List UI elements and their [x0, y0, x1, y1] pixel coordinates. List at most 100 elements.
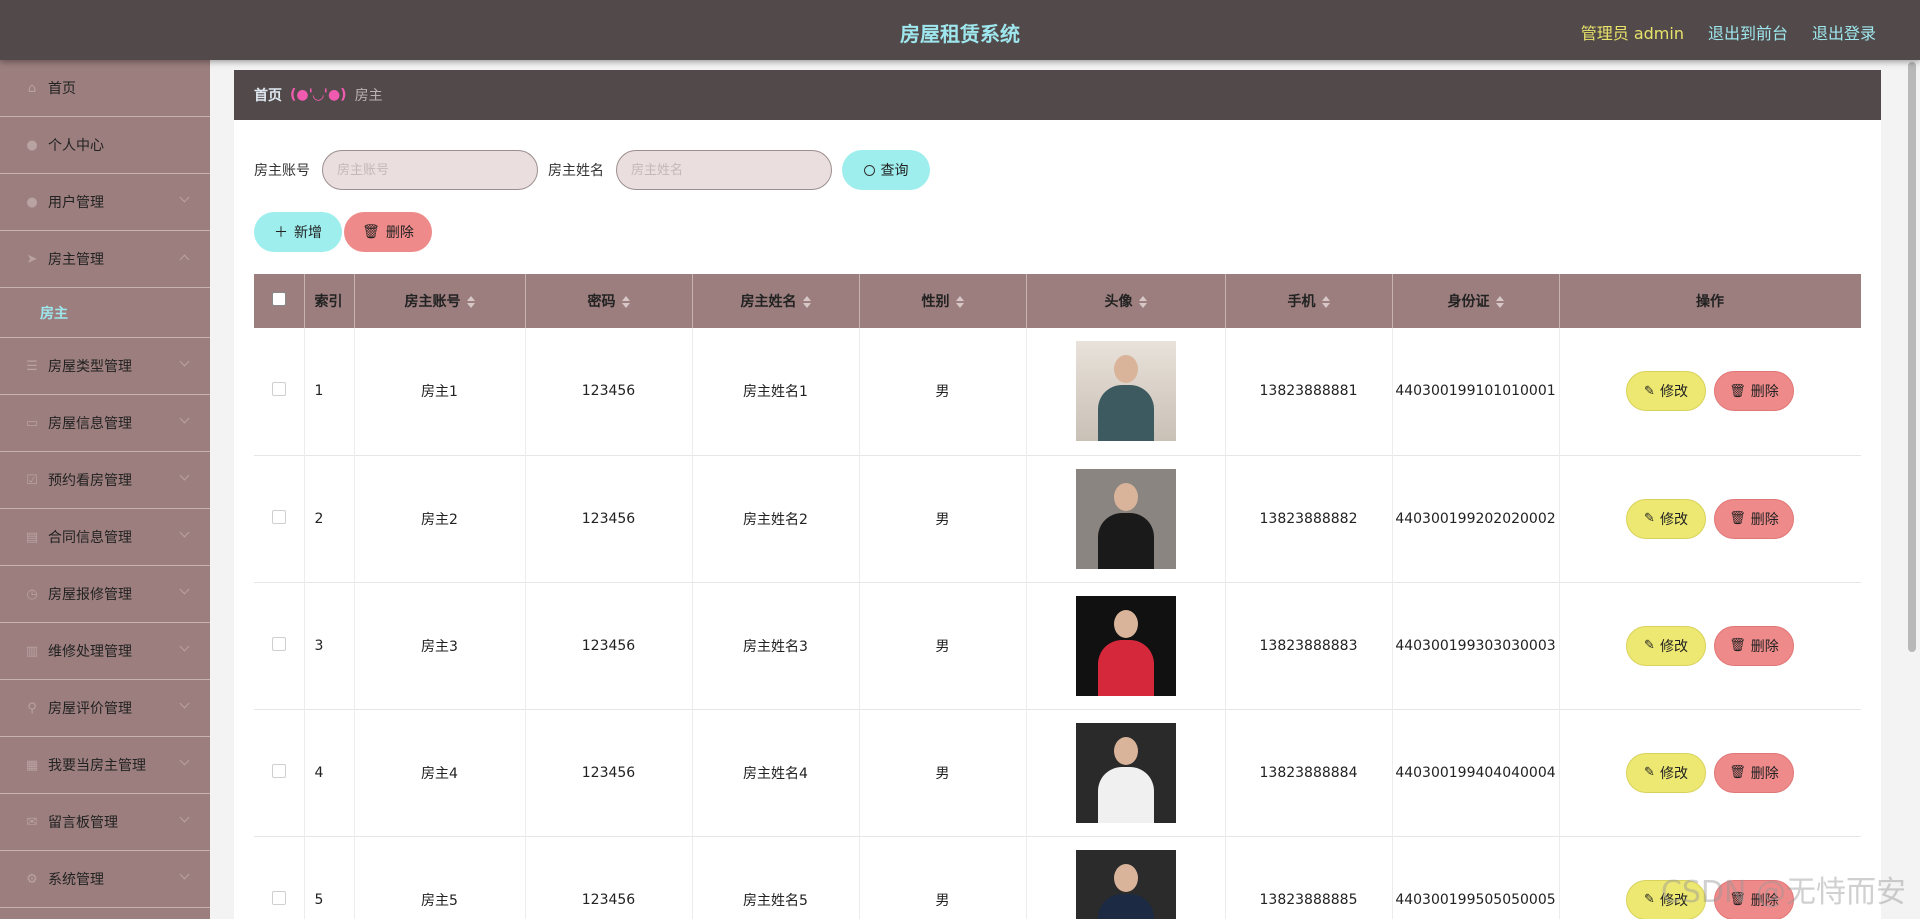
chevron-down-icon: [179, 527, 190, 538]
admin-label: 管理员 admin: [1580, 24, 1684, 43]
avatar[interactable]: [1075, 722, 1176, 823]
delete-label: 删除: [1750, 511, 1779, 528]
cell-operations: ✎ 修改 🗑 删除: [1559, 582, 1861, 709]
sidebar-item-repairs[interactable]: ◷ 房屋报修管理: [0, 566, 210, 623]
column-header-name[interactable]: 房主姓名: [692, 274, 860, 328]
trash-icon: 🗑: [1729, 383, 1746, 399]
avatar-body: [1097, 893, 1154, 919]
sort-icon[interactable]: [955, 296, 964, 308]
edit-button[interactable]: ✎ 修改: [1626, 371, 1706, 412]
delete-button[interactable]: 🗑 删除: [1714, 371, 1794, 412]
query-button[interactable]: 查询: [842, 150, 930, 190]
search-bar: 房主账号 房主姓名 查询: [254, 150, 930, 190]
breadcrumb-home[interactable]: 首页: [254, 85, 282, 105]
avatar[interactable]: [1075, 468, 1176, 569]
cell-index: 1: [304, 328, 355, 455]
cell-index: 2: [304, 455, 355, 582]
exit-to-front-link[interactable]: 退出到前台: [1708, 20, 1788, 44]
chevron-down-icon: [179, 584, 190, 595]
sidebar-item-contracts[interactable]: ▤ 合同信息管理: [0, 509, 210, 566]
row-checkbox[interactable]: [271, 382, 286, 397]
edit-button[interactable]: ✎ 修改: [1626, 625, 1706, 666]
sidebar-item-label: 合同信息管理: [48, 530, 132, 546]
row-actions: ✎ 修改 🗑 删除: [1560, 498, 1861, 539]
cell-password: 123456: [525, 582, 693, 709]
sidebar-item-reviews[interactable]: ⚲ 房屋评价管理: [0, 680, 210, 737]
trash-icon: 🗑: [362, 224, 380, 240]
delete-button[interactable]: 🗑 删除: [1714, 625, 1794, 666]
row-checkbox[interactable]: [271, 890, 286, 905]
avatar-body: [1097, 512, 1154, 569]
column-header-label: 手机: [1287, 294, 1316, 310]
edit-button[interactable]: ✎ 修改: [1626, 498, 1706, 539]
name-search-input[interactable]: [616, 150, 832, 190]
avatar[interactable]: [1075, 849, 1176, 919]
cell-name: 房主姓名5: [692, 836, 860, 919]
sidebar-item-users[interactable]: ● 用户管理: [0, 174, 210, 231]
account-search-input[interactable]: [322, 150, 538, 190]
cell-index: 4: [304, 709, 355, 836]
sidebar-item-repair-handling[interactable]: ▥ 维修处理管理: [0, 623, 210, 680]
sidebar-item-home[interactable]: ⌂ 首页: [0, 60, 210, 117]
edit-label: 修改: [1659, 638, 1688, 655]
page-scrollbar[interactable]: [1908, 62, 1916, 652]
select-all-checkbox[interactable]: [271, 292, 286, 306]
mail-icon: ✉: [26, 814, 38, 830]
sidebar-item-system[interactable]: ⚙ 系统管理: [0, 851, 210, 908]
sidebar-item-become-landlord[interactable]: ▦ 我要当房主管理: [0, 737, 210, 794]
batch-delete-button[interactable]: 🗑 删除: [344, 212, 432, 252]
add-button[interactable]: ＋ 新增: [254, 212, 342, 252]
cell-name: 房主姓名1: [692, 328, 860, 455]
avatar-head: [1113, 609, 1138, 638]
sidebar-item-house-types[interactable]: ☰ 房屋类型管理: [0, 338, 210, 395]
avatar-body: [1097, 385, 1154, 442]
sort-icon[interactable]: [466, 296, 475, 308]
sidebar-item-label: 我要当房主管理: [48, 758, 146, 774]
select-all-header[interactable]: [254, 274, 305, 328]
delete-label: 删除: [1750, 638, 1779, 655]
cell-account: 房主2: [354, 455, 526, 582]
cell-id-card: 440300199202020002: [1392, 455, 1560, 582]
row-select-cell: [254, 455, 305, 582]
cell-avatar: [1026, 836, 1226, 919]
sidebar-item-profile[interactable]: ● 个人中心: [0, 117, 210, 174]
sort-icon[interactable]: [1138, 296, 1147, 308]
row-checkbox[interactable]: [271, 509, 286, 524]
sidebar-item-messages[interactable]: ✉ 留言板管理: [0, 794, 210, 851]
sort-icon[interactable]: [802, 296, 811, 308]
row-checkbox[interactable]: [271, 636, 286, 651]
sort-icon[interactable]: [1321, 296, 1330, 308]
column-header-avatar[interactable]: 头像: [1026, 274, 1226, 328]
batch-delete-label: 删除: [385, 225, 414, 241]
sidebar-item-house-info[interactable]: ▭ 房屋信息管理: [0, 395, 210, 452]
cell-gender: 男: [859, 582, 1027, 709]
avatar[interactable]: [1075, 341, 1176, 442]
sidebar-item-viewing[interactable]: ☑ 预约看房管理: [0, 452, 210, 509]
edit-button[interactable]: ✎ 修改: [1626, 752, 1706, 793]
avatar[interactable]: [1075, 595, 1176, 696]
sort-icon[interactable]: [1495, 296, 1504, 308]
column-header-gender[interactable]: 性别: [859, 274, 1027, 328]
delete-button[interactable]: 🗑 删除: [1714, 752, 1794, 793]
cell-password: 123456: [525, 709, 693, 836]
column-header-account[interactable]: 房主账号: [354, 274, 526, 328]
cell-index: 5: [304, 836, 355, 919]
sort-icon[interactable]: [621, 296, 630, 308]
cell-phone: 13823888883: [1225, 582, 1393, 709]
cell-operations: ✎ 修改 🗑 删除: [1559, 709, 1861, 836]
logout-link[interactable]: 退出登录: [1812, 20, 1876, 44]
column-header-label: 密码: [587, 294, 616, 310]
row-checkbox[interactable]: [271, 763, 286, 778]
column-header-password[interactable]: 密码: [525, 274, 693, 328]
sidebar-item-landlords[interactable]: ➤ 房主管理: [0, 231, 210, 288]
column-header-label: 性别: [921, 294, 950, 310]
column-header-label: 身份证: [1447, 294, 1490, 310]
cell-index: 3: [304, 582, 355, 709]
delete-button[interactable]: 🗑 删除: [1714, 498, 1794, 539]
check-icon: ☑: [26, 472, 38, 488]
trash-icon: 🗑: [1729, 638, 1746, 653]
column-header-phone[interactable]: 手机: [1225, 274, 1393, 328]
pencil-icon: ✎: [1644, 511, 1655, 526]
sidebar-subitem-landlord[interactable]: 房主: [0, 288, 210, 338]
column-header-id-card[interactable]: 身份证: [1392, 274, 1560, 328]
